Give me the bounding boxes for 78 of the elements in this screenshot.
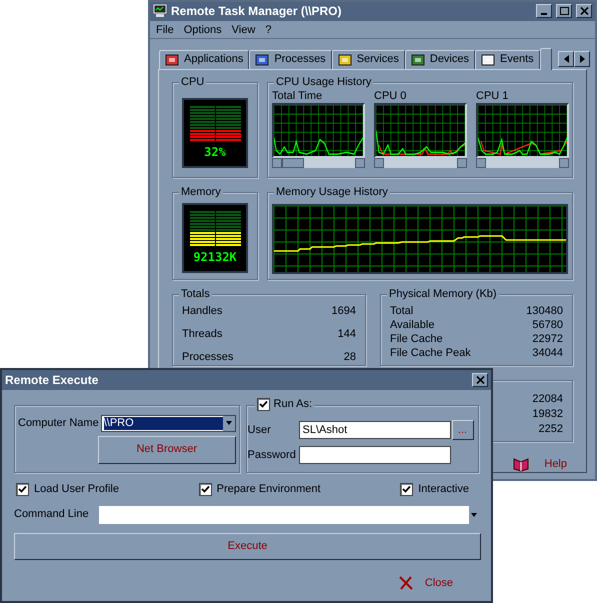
- field-label: Computer Name: [18, 416, 99, 431]
- stat-value: 28: [344, 350, 356, 364]
- maximize-icon: [560, 7, 568, 16]
- user-field[interactable]: SL\Ashot: [298, 421, 451, 439]
- checkbox-label: Interactive: [418, 482, 469, 497]
- tab-icon: [481, 52, 495, 67]
- group-title: Memory: [179, 184, 223, 199]
- stat-label: Threads: [182, 326, 222, 341]
- checkbox-label: Run As:: [274, 397, 312, 411]
- field-label: User: [248, 422, 272, 438]
- stat-value: 19832: [532, 406, 563, 422]
- tab-icon: [165, 52, 179, 67]
- stat-value: 144: [338, 326, 356, 341]
- stat-label: Processes: [182, 350, 234, 364]
- tab-scroll-left[interactable]: [558, 50, 574, 67]
- tab-icon: [410, 52, 425, 67]
- close-icon: [580, 7, 588, 16]
- scrollbar[interactable]: [374, 158, 467, 168]
- tab[interactable]: [540, 48, 552, 70]
- group-title: Memory Usage History: [274, 184, 390, 199]
- x-icon: [398, 576, 413, 590]
- graph-title: CPU 0: [374, 88, 408, 103]
- stat-value: 2252: [538, 422, 563, 437]
- stat-value: 34044: [532, 346, 563, 360]
- tab[interactable]: Processes: [249, 50, 332, 69]
- meter-reading: 32%: [204, 144, 226, 159]
- computer-name-combo[interactable]: \\PRO: [100, 414, 236, 432]
- checkbox-label: Prepare Environment: [216, 482, 321, 497]
- minimize-button[interactable]: [536, 4, 552, 18]
- checkbox[interactable]: [400, 482, 414, 496]
- menu-item[interactable]: View: [232, 22, 256, 37]
- checkbox[interactable]: [198, 482, 212, 496]
- password-field[interactable]: [298, 446, 451, 464]
- dialog-title: Remote Execute: [5, 372, 100, 389]
- dropdown-arrow-icon: [471, 512, 477, 516]
- close-button[interactable]: [576, 4, 592, 18]
- checkbox[interactable]: [256, 398, 270, 410]
- close-button[interactable]: [472, 373, 488, 387]
- stat-value: 22084: [532, 392, 563, 407]
- stat-label: Total: [390, 304, 414, 318]
- checkbox[interactable]: [16, 482, 29, 496]
- left-arrow-icon: [564, 54, 568, 63]
- tab[interactable]: Services: [332, 50, 405, 69]
- scrollbar[interactable]: [476, 158, 569, 168]
- scrollbar[interactable]: [272, 158, 365, 168]
- tab[interactable]: Events: [475, 50, 540, 69]
- graph-title: Total Time: [272, 88, 324, 103]
- book-icon: [512, 456, 530, 472]
- menu-item[interactable]: ?: [265, 22, 272, 37]
- tab[interactable]: Applications: [159, 50, 250, 69]
- stat-label: File Cache Peak: [390, 346, 471, 360]
- stat-value: 56780: [532, 318, 563, 332]
- graph-title: CPU 1: [476, 88, 510, 103]
- stat-label: Available: [390, 318, 434, 332]
- command-line-combo[interactable]: [98, 506, 479, 524]
- close-icon: [476, 376, 484, 384]
- stat-label: Handles: [182, 304, 222, 318]
- stat-value: 22972: [532, 332, 563, 346]
- computer-icon: [153, 4, 167, 18]
- maximize-button[interactable]: [556, 4, 572, 18]
- tab-icon: [338, 52, 352, 67]
- right-arrow-icon: [580, 54, 584, 63]
- group-title: CPU Usage History: [274, 74, 374, 89]
- group-title: Physical Memory (Kb): [387, 286, 499, 301]
- field-label: Password: [248, 448, 297, 463]
- window-title: Remote Task Manager (\\PRO): [171, 3, 342, 20]
- stat-value: 130480: [526, 304, 563, 318]
- field-label: Command Line: [14, 507, 90, 522]
- stat-label: File Cache: [390, 332, 443, 346]
- tab[interactable]: Devices: [404, 50, 475, 69]
- stat-value: 1694: [332, 304, 356, 318]
- menu-item[interactable]: File: [156, 22, 174, 37]
- meter-reading: 92132K: [193, 250, 237, 264]
- tab-scroll-right[interactable]: [574, 50, 590, 67]
- tab-icon: [255, 52, 270, 67]
- dropdown-arrow-icon: [226, 421, 232, 425]
- menu-item[interactable]: Options: [184, 22, 222, 37]
- checkbox-label: Load User Profile: [34, 482, 119, 497]
